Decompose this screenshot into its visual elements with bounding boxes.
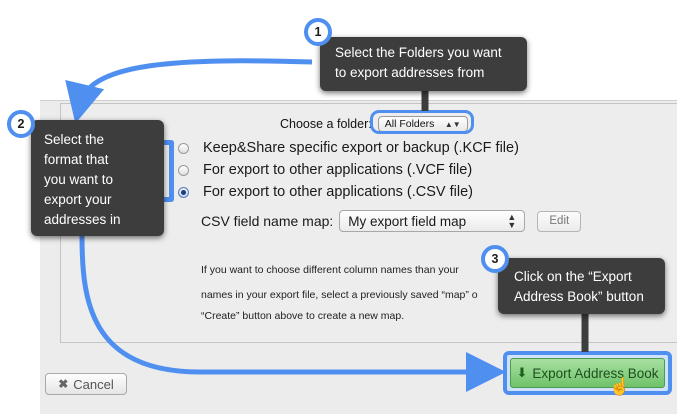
callout-3-line-1: Click on the “Export [514,269,632,284]
step-badge-3: 3 [481,245,509,273]
callout-3-line-2: Address Book” button [514,289,644,304]
callout-2-line-2: format that [44,152,109,167]
callout-1: Select the Folders you want to export ad… [320,37,527,91]
callout-2-line-3: you want to [44,172,114,187]
callout-2-line-5: addresses in [44,212,121,227]
callout-2-line-4: export your [44,192,112,207]
callout-2-line-1: Select the [44,132,105,147]
step-badge-2: 2 [7,110,35,138]
step-badge-1: 1 [304,18,332,46]
callout-1-line-1: Select the Folders you want [335,45,502,60]
callout-2: Select the format that you want to expor… [31,120,164,236]
arrow-to-export-button [79,235,506,392]
arrow-to-folder-panel [65,58,313,124]
callout-3: Click on the “Export Address Book” butto… [498,258,665,314]
callout-1-line-2: to export addresses from [335,65,485,80]
